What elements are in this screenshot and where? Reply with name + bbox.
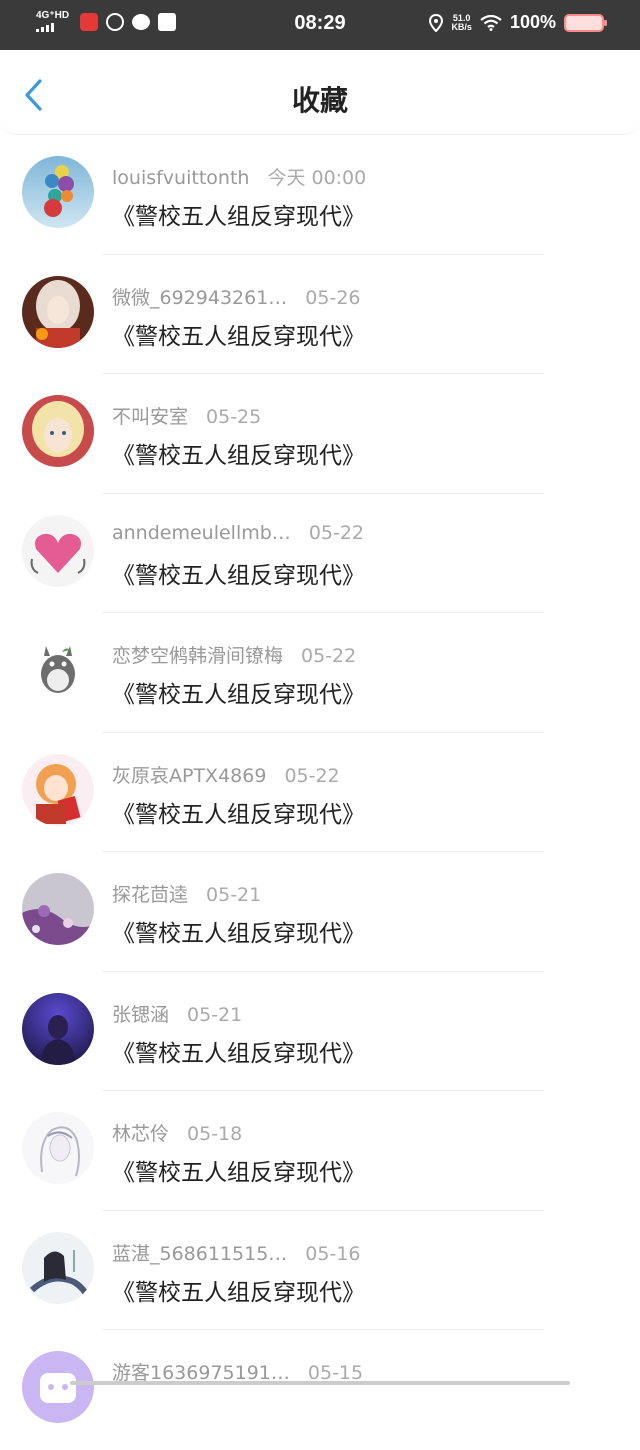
item-meta: 蓝湛_568611515… 05-16: [112, 1239, 361, 1266]
book-title: 《警校五人组反穿现代》: [112, 801, 365, 828]
item-meta: 林芯伶 05-18: [112, 1119, 242, 1146]
username: 探花茴逵: [112, 884, 189, 906]
battery-percent: 100%: [509, 12, 556, 32]
list-item[interactable]: louisfvuittonth 今天 00:00 《警校五人组反穿现代》: [0, 135, 640, 255]
list-item[interactable]: 探花茴逵 05-21 《警校五人组反穿现代》: [0, 852, 640, 972]
timestamp: 05-16: [305, 1242, 361, 1265]
avatar[interactable]: [22, 1112, 94, 1184]
speed-unit: KB/s: [451, 21, 472, 32]
top-nav-bar: 收藏: [0, 50, 640, 135]
book-title: 《警校五人组反穿现代》: [112, 1160, 365, 1186]
timestamp: 05-18: [187, 1123, 243, 1145]
avatar[interactable]: [22, 395, 94, 467]
ancient-style-character-avatar-image: [22, 1231, 94, 1304]
username: louisfvuittonth: [112, 167, 250, 189]
item-meta: 微微_692943261… 05-26: [112, 283, 361, 310]
item-meta: louisfvuittonth 今天 00:00: [112, 163, 366, 190]
page-title: 收藏: [291, 84, 348, 117]
item-meta: anndemeulellmb… 05-22: [112, 522, 364, 544]
wifi-icon: [480, 14, 502, 31]
timestamp: 05-25: [206, 406, 262, 428]
username: 恋梦空鸺韩滑间镣梅: [112, 645, 284, 667]
favorites-list: louisfvuittonth 今天 00:00 《警校五人组反穿现代》 微微_6…: [0, 135, 640, 1450]
book-title: 《警校五人组反穿现代》: [112, 921, 365, 947]
status-icons-right: 51.0 KB/s 100%: [429, 12, 607, 33]
list-item[interactable]: anndemeulellmb… 05-22 《警校五人组反穿现代》: [0, 494, 640, 613]
timestamp: 05-22: [301, 645, 357, 667]
timestamp: 今天 00:00: [267, 167, 367, 189]
battery-icon: [564, 13, 607, 32]
list-item[interactable]: 林芯伶 05-18 《警校五人组反穿现代》: [0, 1091, 640, 1211]
avatar[interactable]: [22, 275, 94, 348]
item-meta: 灰原哀APTX4869 05-22: [112, 761, 340, 788]
book-title: 《警校五人组反穿现代》: [112, 1040, 365, 1067]
balloons-avatar-image: [22, 156, 94, 228]
item-meta: 不叫安室 05-25: [112, 402, 261, 429]
flowers-avatar-image: [22, 873, 94, 945]
avatar[interactable]: [22, 1351, 94, 1423]
sketch-girl-avatar-image: [22, 1112, 94, 1184]
username: 微微_692943261…: [112, 286, 288, 309]
home-indicator[interactable]: [70, 1381, 570, 1385]
book-title: 《警校五人组反穿现代》: [112, 323, 365, 350]
timestamp: 05-22: [308, 521, 365, 544]
network-speed: 51.0 KB/s: [451, 13, 472, 32]
list-item[interactable]: 灰原哀APTX4869 05-22 《警校五人组反穿现代》: [0, 733, 640, 852]
item-meta: 张锶涵 05-21: [112, 1000, 242, 1027]
book-title: 《警校五人组反穿现代》: [112, 1279, 365, 1306]
list-item[interactable]: 张锶涵 05-21 《警校五人组反穿现代》: [0, 972, 640, 1091]
username: 林芯伶: [112, 1123, 170, 1145]
username: 张锶涵: [112, 1003, 170, 1026]
list-item[interactable]: 微微_692943261… 05-26 《警校五人组反穿现代》: [0, 255, 640, 374]
avatar[interactable]: [22, 156, 94, 228]
orange-hair-character-avatar-image: [22, 753, 94, 826]
totoro-avatar-image: [22, 634, 94, 706]
avatar[interactable]: [22, 634, 94, 706]
username: anndemeulellmb…: [112, 521, 291, 544]
avatar[interactable]: [22, 514, 94, 587]
timestamp: 05-21: [206, 884, 262, 906]
list-item[interactable]: 蓝湛_568611515… 05-16 《警校五人组反穿现代》: [0, 1211, 640, 1330]
heart-avatar-image: [22, 514, 94, 587]
item-meta: 恋梦空鸺韩滑间镣梅 05-22: [112, 641, 356, 668]
status-bar: 4G⁺HD 08:29 51.0 KB/s 100%: [0, 0, 640, 50]
book-title: 《警校五人组反穿现代》: [112, 443, 365, 469]
avatar[interactable]: [22, 992, 94, 1065]
blonde-character-avatar-image: [22, 395, 94, 467]
default-avatar-image: [22, 1351, 94, 1423]
avatar[interactable]: [22, 1231, 94, 1304]
book-title: 《警校五人组反穿现代》: [112, 204, 365, 230]
anime-girl-avatar-image: [22, 275, 94, 348]
timestamp: 05-21: [187, 1003, 243, 1026]
book-title: 《警校五人组反穿现代》: [112, 562, 365, 589]
item-meta: 探花茴逵 05-21: [112, 880, 261, 907]
list-item[interactable]: 恋梦空鸺韩滑间镣梅 05-22 《警校五人组反穿现代》: [0, 613, 640, 733]
avatar[interactable]: [22, 873, 94, 945]
username: 灰原哀APTX4869: [112, 764, 267, 787]
username: 不叫安室: [112, 406, 189, 428]
timestamp: 05-22: [284, 764, 340, 787]
silhouette-avatar-image: [22, 992, 94, 1065]
list-item[interactable]: 游客1636975191… 05-15: [0, 1330, 640, 1450]
list-item[interactable]: 不叫安室 05-25 《警校五人组反穿现代》: [0, 374, 640, 494]
username: 蓝湛_568611515…: [112, 1242, 288, 1265]
avatar[interactable]: [22, 753, 94, 826]
book-title: 《警校五人组反穿现代》: [112, 682, 365, 708]
timestamp: 05-26: [305, 286, 361, 309]
location-icon: [429, 13, 444, 32]
